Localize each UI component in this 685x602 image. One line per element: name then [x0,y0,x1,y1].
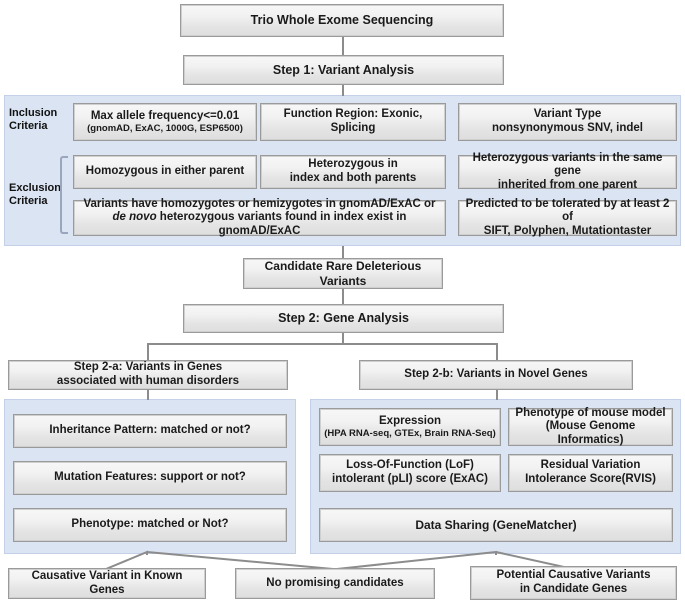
node-inheritance-pattern[interactable]: Inheritance Pattern: matched or not? [13,414,287,448]
step2a-line2: associated with human disorders [56,375,240,387]
exclusion-criteria-line1: Exclusion [9,182,61,194]
b2-line2: (Mouse Genome Informatics) [545,420,636,446]
flowchart-canvas: Trio Whole Exome Sequencing Step 1: Vari… [0,0,685,602]
node-inclusion-variant-type[interactable]: Variant Type nonsynonymous SNV, indel [458,103,677,141]
exc3-line1: Heterozygous variants in the same gene [472,151,663,178]
node-step2b[interactable]: Step 2-b: Variants in Novel Genes [359,360,633,390]
inc3-line2: nonsynonymous SNV, indel [491,122,644,134]
node-rvis-score[interactable]: Residual Variation Intolerance Score(RVI… [508,454,673,492]
node-output-no-candidates[interactable]: No promising candidates [235,568,435,599]
out3-line1: Potential Causative Variants [496,569,651,582]
connector-step2b-panel [496,389,498,400]
node-expression[interactable]: Expression (HPA RNA-seq, GTEx, Brain RNA… [319,408,501,446]
exc3-line2: inherited from one parent [497,178,638,191]
b4-line2: Intolerance Score(RVIS) [525,473,656,485]
exc5-line1: Predicted to be tolerated by at least 2 … [465,197,670,224]
b1-line1: Expression [379,414,441,427]
out3-line2: in Candidate Genes [519,583,628,595]
exc4-denovo: de novo [112,211,157,224]
inclusion-criteria-label: Inclusion Criteria [9,107,71,133]
node-phenotype-matched[interactable]: Phenotype: matched or Not? [13,508,287,542]
node-exclusion-hom-hemizygotes[interactable]: Variants have homozygotes or hemizygotes… [73,197,446,238]
b1-line2: (HPA RNA-seq, GTEx, Brain RNA-Seq) [324,428,496,440]
node-exclusion-predicted-tolerated[interactable]: Predicted to be tolerated by at least 2 … [458,197,677,237]
connector-step2a-panel [147,389,149,400]
exc5-line2: SIFT, Polyphen, Mutationtaster [483,224,652,237]
node-inclusion-allele-frequency[interactable]: Max allele frequency<=0.01 (gnomAD, ExAC… [73,103,257,141]
b3-line2: intolerant (pLI) score (ExAC) [332,473,488,485]
node-lof-pli-score[interactable]: Loss-Of-Function (LoF) intolerant (pLI) … [319,454,501,492]
node-step1[interactable]: Step 1: Variant Analysis [183,55,504,85]
exclusion-bracket [60,156,68,234]
b4-line1: Residual Variation [540,459,641,472]
node-inclusion-function-region[interactable]: Function Region: Exonic, Splicing [260,103,446,141]
node-candidate-variants[interactable]: Candidate Rare Deleterious Variants [243,258,443,289]
connector-root-step1 [342,37,344,55]
node-step2a[interactable]: Step 2-a: Variants in Genes associated w… [8,360,288,390]
inclusion-criteria-line1: Inclusion [9,107,58,119]
connector-split-right [496,343,498,360]
node-output-candidate-genes[interactable]: Potential Causative Variants in Candidat… [470,566,677,600]
inc1-line1: Max allele frequency<=0.01 [90,109,240,122]
exc2-line2: index and both parents [289,172,417,184]
exc2-line1: Heterozygous in [308,158,398,171]
inc1-line2: (gnomAD, ExAC, 1000G, ESP6500) [87,123,243,135]
step2a-line1: Step 2-a: Variants in Genes [73,361,223,374]
node-exclusion-same-gene[interactable]: Heterozygous variants in the same gene i… [458,151,677,191]
connector-step1-criteria [342,84,344,96]
node-step2[interactable]: Step 2: Gene Analysis [183,304,504,333]
connector-criteria-candidate [342,246,344,258]
b2-line1: Phenotype of mouse model [515,406,666,419]
inclusion-criteria-line2: Criteria [9,120,48,133]
node-mouse-model-phenotype[interactable]: Phenotype of mouse model (Mouse Genome I… [508,406,673,446]
connector-split-left [147,343,149,360]
node-mutation-features[interactable]: Mutation Features: support or not? [13,461,287,495]
exc4-line1: Variants have homozygotes or hemizygotes… [83,197,436,210]
node-exclusion-heterozygous-index[interactable]: Heterozygous in index and both parents [260,155,446,189]
b3-line1: Loss-Of-Function (LoF) [346,459,474,472]
node-output-known-genes[interactable]: Causative Variant in Known Genes [8,568,206,599]
exc4-line2: de novo heterozygous variants found in i… [78,211,441,238]
connector-candidate-step2 [342,289,344,305]
connector-split-bus [147,343,497,345]
inc3-line1: Variant Type [533,108,602,121]
node-exclusion-homozygous-parent[interactable]: Homozygous in either parent [73,155,257,189]
node-data-sharing[interactable]: Data Sharing (GeneMatcher) [319,508,673,542]
exclusion-criteria-line2: Criteria [9,195,48,208]
exc4-line2-rest: heterozygous variants found in index exi… [156,211,407,237]
node-root[interactable]: Trio Whole Exome Sequencing [180,4,504,37]
